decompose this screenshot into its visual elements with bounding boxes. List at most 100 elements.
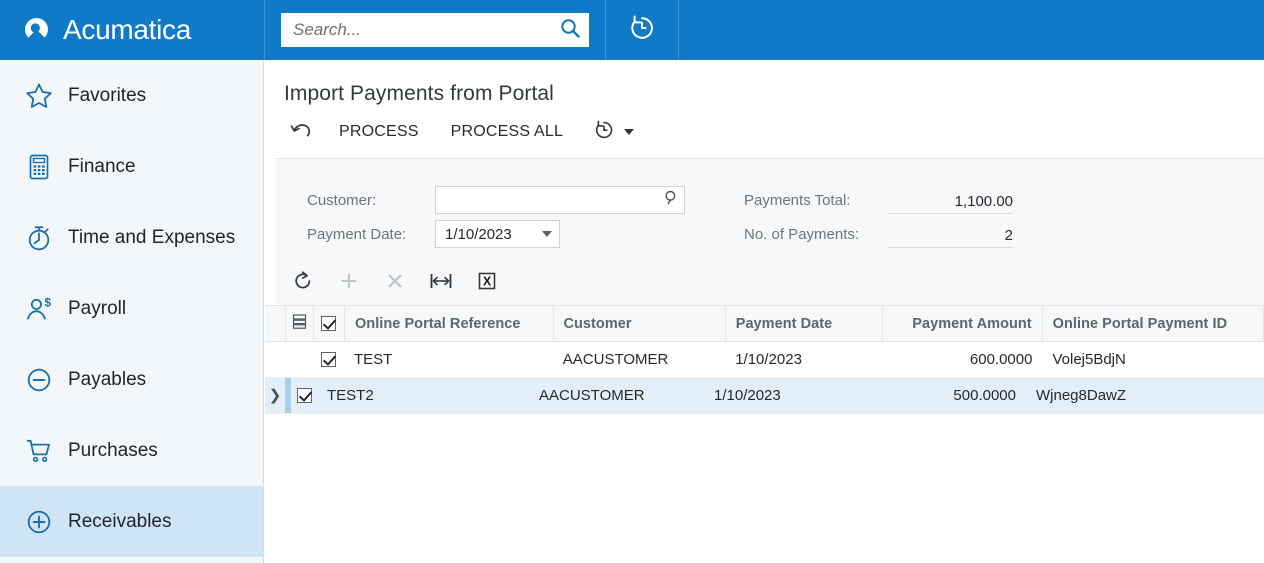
cell-payment-date: 1/10/2023 [735, 351, 802, 368]
grid-header-row: Online Portal Reference Customer Payment… [265, 305, 1264, 342]
excel-export-icon: X [476, 270, 498, 297]
payment-date-input[interactable]: 1/10/2023 [435, 220, 560, 248]
checkbox-checked-icon [321, 316, 337, 331]
search-input[interactable] [293, 15, 559, 45]
refresh-button[interactable] [290, 270, 316, 296]
column-settings-button[interactable] [286, 306, 314, 341]
cell-payment-date: 1/10/2023 [714, 387, 781, 404]
cell-customer: AACUSTOMER [539, 387, 645, 404]
sidebar-item-label: Time and Expenses [68, 226, 236, 248]
delete-row-button[interactable] [382, 270, 408, 296]
payment-date-label: Payment Date: [307, 225, 407, 243]
customer-input-wrap[interactable] [435, 186, 685, 214]
acumatica-drop-logo-icon [20, 13, 54, 47]
no-of-payments-value: 2 [1004, 227, 1013, 244]
payments-total-row: Payments Total: 1,100.00 [744, 186, 1013, 214]
brand-logo[interactable]: Acumatica [0, 0, 264, 60]
payments-total-label: Payments Total: [744, 191, 851, 209]
checkbox-checked-icon [296, 388, 312, 403]
add-row-button[interactable] [336, 270, 362, 296]
star-icon [22, 79, 56, 113]
cell-online-portal-payment-id: Wjneg8DawZ [1036, 387, 1127, 404]
top-bar: Acumatica [0, 0, 1264, 60]
grid-header-payment-amount[interactable]: Payment Amount [883, 306, 1043, 341]
chevron-down-icon[interactable] [542, 231, 552, 237]
no-of-payments-label: No. of Payments: [744, 225, 860, 243]
schedule-menu-button[interactable] [579, 112, 642, 152]
cell-online-portal-reference: TEST [354, 351, 393, 368]
sidebar-item-label: Favorites [68, 84, 147, 106]
calculator-icon [22, 150, 56, 184]
clock-history-icon [627, 13, 657, 48]
sidebar-item-label: Receivables [68, 510, 172, 532]
minus-circle-icon [22, 363, 56, 397]
payments-total-value: 1,100.00 [954, 193, 1013, 210]
customer-input[interactable] [443, 188, 663, 212]
table-row[interactable]: ❯ TEST2 AACUSTOMER 1/10/2023 500.0000 Wj… [265, 378, 1264, 414]
table-row[interactable]: TEST AACUSTOMER 1/10/2023 600.0000 Volej… [265, 342, 1264, 378]
process-button[interactable]: PROCESS [323, 112, 435, 152]
search-box[interactable] [281, 13, 589, 47]
grid-header-indicator-spacer [265, 306, 286, 341]
filter-form-panel: Customer: Payment Date: 1/10/2023 Paymen… [276, 158, 1264, 261]
export-to-excel-button[interactable]: X [474, 270, 500, 296]
main-content: Import Payments from Portal PROCESS PROC… [265, 60, 1264, 563]
undo-button[interactable] [279, 112, 323, 152]
payment-date-value: 1/10/2023 [445, 225, 512, 243]
plus-icon [338, 270, 360, 297]
cell-payment-amount: 500.0000 [953, 387, 1016, 404]
row-select-checkbox[interactable] [291, 378, 317, 413]
column-settings-icon [292, 313, 307, 334]
payments-grid: Online Portal Reference Customer Payment… [265, 305, 1264, 414]
sidebar-item-receivables[interactable]: Receivables [0, 486, 263, 557]
row-spacer [285, 342, 313, 377]
cell-payment-amount: 600.0000 [969, 351, 1033, 368]
cell-online-portal-payment-id: Volej5BdjN [1052, 351, 1126, 368]
close-x-icon [384, 270, 406, 297]
svg-text:$: $ [44, 295, 51, 309]
grid-header-online-portal-reference[interactable]: Online Portal Reference [345, 306, 554, 341]
row-select-checkbox[interactable] [313, 342, 344, 377]
undo-arrow-icon [289, 118, 313, 147]
fit-column-width-button[interactable] [428, 270, 454, 296]
sidebar-item-payroll[interactable]: $ Payroll [0, 273, 263, 344]
process-all-button[interactable]: PROCESS ALL [435, 112, 579, 152]
sidebar-item-finance[interactable]: Finance [0, 131, 263, 202]
svg-text:X: X [483, 274, 492, 288]
recently-viewed-button[interactable] [606, 0, 678, 60]
payments-total-value-wrap: 1,100.00 [888, 186, 1013, 214]
stopwatch-icon [22, 221, 56, 255]
topbar-divider-3 [678, 0, 679, 60]
sidebar-item-label: Payables [68, 368, 147, 390]
brand-name: Acumatica [63, 14, 192, 45]
sidebar-item-label: Finance [68, 155, 136, 177]
sidebar-item-label: Payroll [68, 297, 127, 319]
grid-header-online-portal-payment-id[interactable]: Online Portal Payment ID [1043, 306, 1264, 341]
acumatica-app-window: Acumatica Search... Favorites Finance Ti… [0, 0, 1264, 563]
search-zone [265, 0, 605, 60]
sidebar-item-payables[interactable]: Payables [0, 344, 263, 415]
cell-customer: AACUSTOMER [562, 351, 669, 368]
search-icon[interactable] [559, 17, 581, 44]
grid-header-payment-date[interactable]: Payment Date [726, 306, 884, 341]
row-indicator: ❯ [265, 378, 285, 413]
sidebar-item-label: Purchases [68, 439, 158, 461]
clock-schedule-icon [593, 119, 615, 146]
shopping-cart-icon [22, 434, 56, 468]
grid-header-customer[interactable]: Customer [554, 306, 726, 341]
sidebar-item-purchases[interactable]: Purchases [0, 415, 263, 486]
sidebar-item-favorites[interactable]: Favorites [0, 60, 263, 131]
customer-field-row: Customer: [307, 186, 685, 214]
select-all-checkbox[interactable] [314, 306, 345, 341]
chevron-down-icon [624, 129, 635, 135]
cell-online-portal-reference: TEST2 [327, 387, 374, 404]
no-of-payments-value-wrap: 2 [888, 220, 1013, 248]
refresh-icon [292, 270, 314, 297]
plus-circle-icon [22, 505, 56, 539]
customer-label: Customer: [307, 191, 377, 209]
grid-toolbar: X [276, 261, 1264, 305]
no-of-payments-row: No. of Payments: 2 [744, 220, 1013, 248]
sidebar-item-time-and-expenses[interactable]: Time and Expenses [0, 202, 263, 273]
magnifier-selector-icon[interactable] [663, 189, 680, 211]
payment-date-field-row: Payment Date: 1/10/2023 [307, 220, 560, 248]
